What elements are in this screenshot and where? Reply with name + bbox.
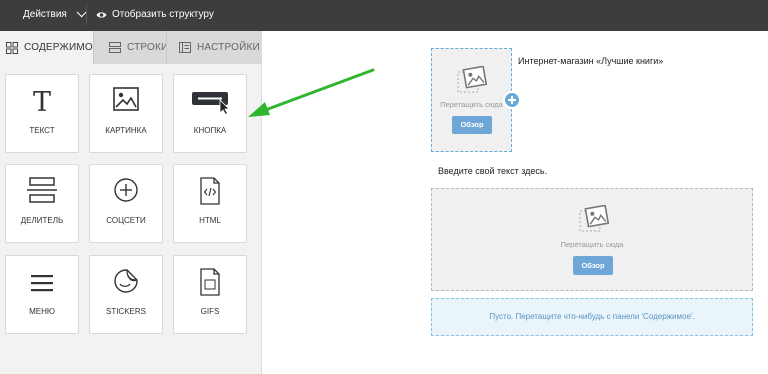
grid-icon: [6, 41, 18, 54]
browse-button[interactable]: Обзор: [573, 256, 613, 275]
tile-stickers[interactable]: STICKERS: [89, 255, 163, 334]
rows-icon: [109, 42, 121, 53]
eye-icon: [96, 11, 107, 18]
tab-content[interactable]: Содержимое: [0, 31, 100, 64]
tile-menu[interactable]: МЕНЮ: [5, 255, 79, 334]
tile-gifs-label: GIFS: [200, 307, 220, 316]
image-placeholder-selected[interactable]: Перетащить сюда Обзор: [431, 48, 512, 152]
store-title-text[interactable]: Интернет-магазин «Лучшие книги»: [518, 56, 663, 66]
image-icon: [113, 87, 139, 111]
menu-icon: [31, 275, 53, 292]
empty-row-dropzone[interactable]: Пусто. Перетащите что-нибудь с панели 'С…: [431, 298, 753, 336]
drop-hint: Перетащить сюда: [560, 240, 624, 249]
chevron-down-icon: [76, 7, 87, 18]
tile-button[interactable]: КНОПКА: [173, 74, 247, 153]
tab-rows[interactable]: Строки: [93, 31, 169, 64]
move-handle-icon[interactable]: [503, 91, 521, 109]
actions-label: Действия: [23, 9, 67, 20]
svg-text:T: T: [33, 87, 51, 115]
tab-content-label: Содержимое: [24, 42, 100, 53]
sidebar-tabs: Содержимое Строки Настройки: [0, 31, 262, 64]
top-toolbar: Действия Отобразить структуру: [0, 0, 768, 31]
gif-file-icon: [200, 268, 220, 296]
tab-settings-label: Настройки: [197, 42, 260, 53]
social-plus-icon: [114, 178, 138, 202]
intro-text-block[interactable]: Введите свой текст здесь.: [438, 166, 547, 176]
show-structure-toggle[interactable]: Отобразить структуру: [96, 9, 214, 20]
toolbar-divider: [86, 5, 87, 25]
show-structure-label: Отобразить структуру: [112, 9, 214, 20]
image-placeholder-icon: [457, 66, 487, 93]
image-placeholder[interactable]: Перетащить сюда Обзор: [431, 188, 753, 291]
tile-html[interactable]: HTML: [173, 164, 247, 243]
html-file-icon: [200, 177, 220, 205]
tile-stickers-label: STICKERS: [105, 307, 146, 316]
tile-divider-label: ДЕЛИТЕЛЬ: [20, 216, 64, 225]
tile-html-label: HTML: [199, 216, 221, 225]
content-sidebar: Содержимое Строки Настройки T ТЕКСТ КАРТ…: [0, 31, 262, 374]
tile-image[interactable]: КАРТИНКА: [89, 74, 163, 153]
text-icon: T: [33, 87, 51, 115]
image-placeholder-icon: [579, 205, 609, 232]
annotation-arrow: [248, 68, 375, 117]
tile-button-label: КНОПКА: [193, 126, 227, 135]
button-icon: [192, 92, 230, 115]
tile-text[interactable]: T ТЕКСТ: [5, 74, 79, 153]
settings-panel-icon: [179, 42, 191, 53]
tile-text-label: ТЕКСТ: [29, 126, 55, 135]
browse-button[interactable]: Обзор: [452, 116, 492, 134]
sticker-icon: [114, 269, 138, 293]
tile-menu-label: МЕНЮ: [29, 307, 55, 316]
divider-icon: [27, 177, 57, 203]
drop-hint: Перетащить сюда: [440, 100, 503, 109]
tile-social-label: СОЦСЕТИ: [106, 216, 146, 225]
tile-gifs[interactable]: GIFS: [173, 255, 247, 334]
tab-settings[interactable]: Настройки: [166, 31, 262, 64]
tile-divider[interactable]: ДЕЛИТЕЛЬ: [5, 164, 79, 243]
tab-rows-label: Строки: [127, 42, 169, 53]
tile-image-label: КАРТИНКА: [105, 126, 147, 135]
tile-social[interactable]: СОЦСЕТИ: [89, 164, 163, 243]
actions-dropdown[interactable]: Действия: [23, 7, 87, 20]
